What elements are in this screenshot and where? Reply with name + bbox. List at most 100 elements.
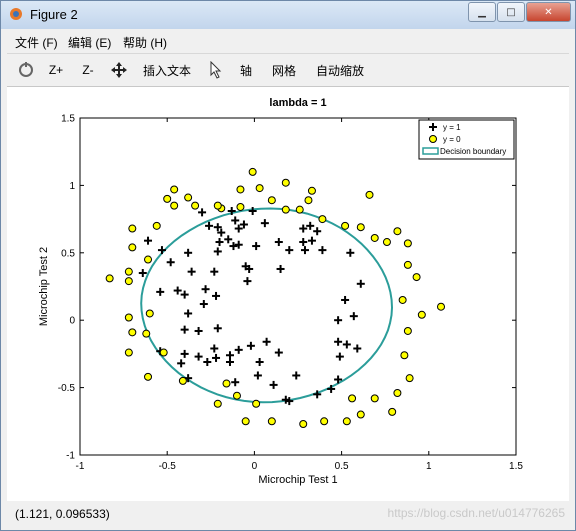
axes-button[interactable]: 轴 (236, 60, 256, 80)
negative-point (248, 167, 257, 176)
negative-point (382, 238, 391, 247)
negative-point (348, 394, 357, 403)
x-tick-label: 1 (426, 461, 432, 472)
minimize-icon[interactable]: ▁ (468, 2, 496, 22)
negative-point (393, 388, 402, 397)
negative-point (124, 267, 133, 276)
menu-help[interactable]: 帮助 (H) (123, 34, 167, 51)
negative-point (403, 260, 412, 269)
y-tick-label: 1 (69, 181, 75, 192)
autoscale-button[interactable]: 自动缩放 (313, 60, 367, 80)
negative-point (281, 178, 290, 187)
negative-point (320, 417, 329, 426)
negative-point (255, 184, 264, 193)
negative-point (356, 410, 365, 419)
negative-point (232, 391, 241, 400)
rotate-icon[interactable] (15, 60, 37, 80)
negative-point (437, 302, 446, 311)
close-icon[interactable]: ✕ (526, 2, 571, 22)
negative-point (400, 351, 409, 360)
negative-point (365, 190, 374, 199)
negative-point (304, 196, 313, 205)
negative-point (299, 419, 308, 428)
x-tick-label: 0 (252, 461, 258, 472)
x-tick-label: 0.5 (335, 461, 349, 472)
zoom-in-button[interactable]: Z+ (45, 60, 67, 80)
negative-point (124, 277, 133, 286)
menu-bar: 文件 (F) 编辑 (E) 帮助 (H) (7, 31, 569, 54)
negative-point (142, 329, 151, 338)
toolbar: Z+ Z- 插入文本 轴 网格 自动缩放 (7, 54, 569, 87)
negative-point (417, 310, 426, 319)
y-axis-label: Microchip Test 2 (38, 247, 50, 326)
negative-point (370, 394, 379, 403)
negative-point (191, 201, 200, 210)
negative-point (170, 185, 179, 194)
negative-point (356, 223, 365, 232)
menu-file[interactable]: 文件 (F) (15, 34, 58, 51)
figure-canvas[interactable]: -1 -0.5 0 0.5 1 1.5 -1 -0.5 0 0.5 1 1.5 lambda = 1 M… (7, 87, 569, 501)
menu-edit[interactable]: 编辑 (E) (68, 34, 111, 51)
negative-point (252, 399, 261, 408)
negative-point (281, 205, 290, 214)
title-bar[interactable]: Figure 2 ▁ □ ✕ (1, 1, 575, 29)
negative-point (388, 407, 397, 416)
negative-point (105, 274, 114, 283)
cursor-coordinates: (1.121, 0.096533) (15, 507, 110, 521)
negative-point (405, 374, 414, 383)
matlab-icon (10, 8, 22, 20)
negative-point (398, 295, 407, 304)
negative-point (318, 215, 327, 224)
maximize-icon[interactable]: □ (497, 2, 525, 22)
negative-point (144, 255, 153, 264)
y-tick-label: 1.5 (61, 114, 75, 125)
y-tick-label: -0.5 (58, 383, 76, 394)
negative-point (267, 196, 276, 205)
negative-point (213, 201, 222, 210)
y-tick-label: -1 (66, 451, 75, 462)
window-title: Figure 2 (30, 7, 78, 22)
pan-move-icon[interactable] (109, 60, 129, 80)
axes-box[interactable] (79, 117, 517, 456)
cursor-icon[interactable] (207, 60, 225, 80)
x-tick-label: -1 (76, 461, 85, 472)
negative-point (342, 417, 351, 426)
negative-point (236, 185, 245, 194)
negative-point (163, 194, 172, 203)
legend-marker-negative (429, 135, 437, 143)
negative-point (412, 273, 421, 282)
negative-point (393, 227, 402, 236)
x-axis-label: Microchip Test 1 (258, 474, 337, 486)
negative-point (184, 193, 193, 202)
negative-point (128, 243, 137, 252)
negative-point (170, 201, 179, 210)
y-tick-label: 0 (69, 316, 75, 327)
status-bar: (1.121, 0.096533) https://blog.csdn.net/… (7, 503, 569, 525)
negative-point (213, 399, 222, 408)
zoom-out-button[interactable]: Z- (77, 60, 99, 80)
grid-button[interactable]: 网格 (269, 60, 299, 80)
negative-point (128, 328, 137, 337)
negative-point (241, 417, 250, 426)
x-tick-label: -0.5 (159, 461, 177, 472)
negative-point (267, 417, 276, 426)
y-tick-label: 0.5 (61, 248, 75, 259)
legend-label-negative: y = 0 (443, 135, 461, 144)
negative-point (145, 309, 154, 318)
negative-point (222, 379, 231, 388)
negative-point (124, 348, 133, 357)
negative-point (403, 326, 412, 335)
negative-point (341, 221, 350, 230)
watermark-text: https://blog.csdn.net/u014776265 (387, 506, 565, 520)
negative-point (144, 372, 153, 381)
legend-marker-boundary (422, 147, 439, 155)
negative-point (152, 221, 161, 230)
chart-title: lambda = 1 (269, 97, 326, 109)
insert-text-button[interactable]: 插入文本 (140, 60, 194, 80)
negative-point (295, 205, 304, 214)
negative-point (128, 224, 137, 233)
negative-point (236, 202, 245, 211)
negative-point (403, 239, 412, 248)
negative-point (370, 233, 379, 242)
legend-label-positive: y = 1 (443, 123, 461, 132)
